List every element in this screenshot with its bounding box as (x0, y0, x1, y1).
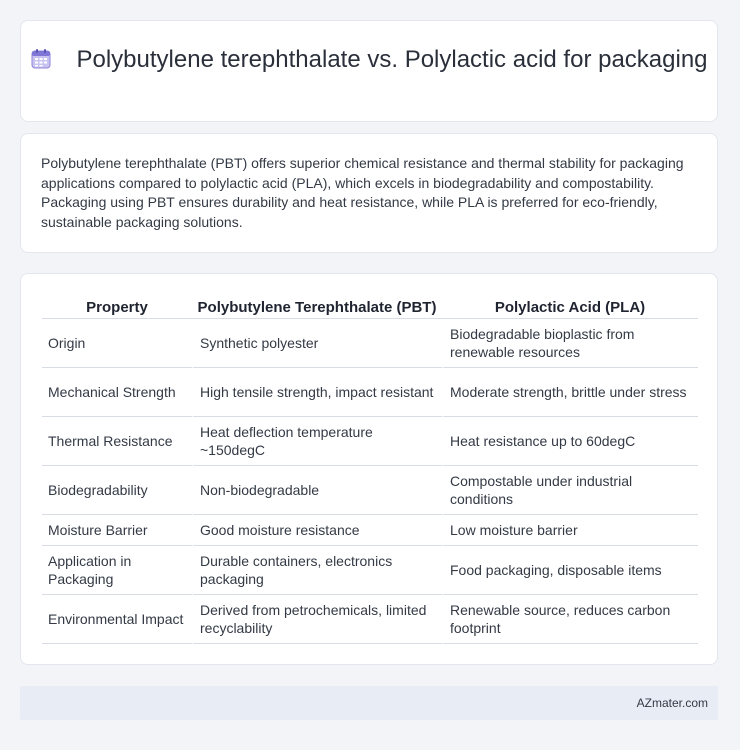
summary-text: Polybutylene terephthalate (PBT) offers … (41, 155, 684, 230)
pla-cell: Renewable source, reduces carbon footpri… (442, 595, 698, 644)
table-card: Property Polybutylene Terephthalate (PBT… (20, 273, 718, 665)
pla-cell: Compostable under industrial conditions (442, 466, 698, 515)
table-row: Biodegradability Non-biodegradable Compo… (42, 466, 698, 515)
pla-cell: Low moisture barrier (442, 515, 698, 546)
table-header-row: Property Polybutylene Terephthalate (PBT… (42, 296, 698, 319)
pbt-cell: Non-biodegradable (192, 466, 442, 515)
property-cell: Biodegradability (42, 466, 192, 515)
column-header-pbt: Polybutylene Terephthalate (PBT) (192, 296, 442, 319)
property-cell: Application in Packaging (42, 546, 192, 595)
comparison-table: Property Polybutylene Terephthalate (PBT… (42, 296, 698, 644)
summary-card: Polybutylene terephthalate (PBT) offers … (20, 133, 718, 253)
pbt-cell: Synthetic polyester (192, 319, 442, 368)
property-cell: Mechanical Strength (42, 368, 192, 417)
calendar-icon (31, 49, 51, 69)
pbt-cell: High tensile strength, impact resistant (192, 368, 442, 417)
property-cell: Environmental Impact (42, 595, 192, 644)
pbt-cell: Good moisture resistance (192, 515, 442, 546)
property-cell: Moisture Barrier (42, 515, 192, 546)
pla-cell: Biodegradable bioplastic from renewable … (442, 319, 698, 368)
pbt-cell: Durable containers, electronics packagin… (192, 546, 442, 595)
property-cell: Origin (42, 319, 192, 368)
footer-brand[interactable]: AZmater.com (637, 696, 708, 710)
pbt-cell: Heat deflection temperature ~150degC (192, 417, 442, 466)
pla-cell: Moderate strength, brittle under stress (442, 368, 698, 417)
table-row: Mechanical Strength High tensile strengt… (42, 368, 698, 417)
pla-cell: Food packaging, disposable items (442, 546, 698, 595)
pla-cell: Heat resistance up to 60degC (442, 417, 698, 466)
pbt-cell: Derived from petrochemicals, limited rec… (192, 595, 442, 644)
column-header-property: Property (42, 296, 192, 319)
page-title-row: Polybutylene terephthalate vs. Polylacti… (21, 45, 717, 75)
table-row: Environmental Impact Derived from petroc… (42, 595, 698, 644)
column-header-pla: Polylactic Acid (PLA) (442, 296, 698, 319)
property-cell: Thermal Resistance (42, 417, 192, 466)
footer-bar: AZmater.com (20, 686, 718, 720)
page-title: Polybutylene terephthalate vs. Polylacti… (76, 46, 708, 73)
table-row: Moisture Barrier Good moisture resistanc… (42, 515, 698, 546)
table-row: Application in Packaging Durable contain… (42, 546, 698, 595)
table-row: Thermal Resistance Heat deflection tempe… (42, 417, 698, 466)
table-row: Origin Synthetic polyester Biodegradable… (42, 319, 698, 368)
title-card: Polybutylene terephthalate vs. Polylacti… (20, 20, 718, 122)
